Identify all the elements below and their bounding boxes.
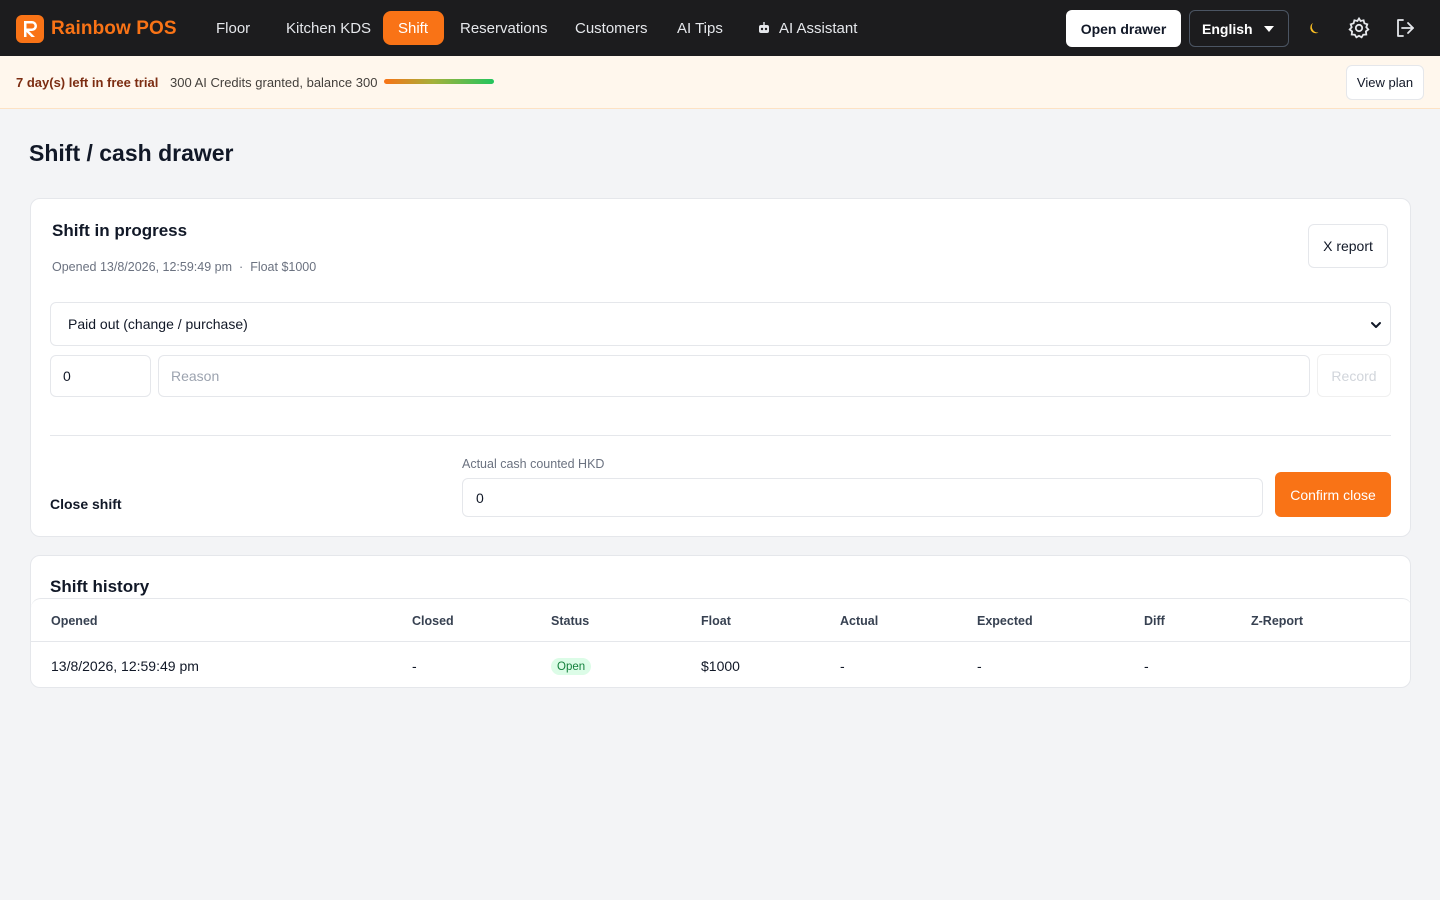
nav-kitchen-kds[interactable]: Kitchen KDS (271, 11, 386, 45)
shift-history-card: Shift history Opened Closed Status Float… (30, 555, 1411, 688)
table-row[interactable]: 13/8/2026, 12:59:49 pm - Open $1000 - - … (31, 642, 1410, 687)
moon-icon[interactable] (1303, 16, 1327, 40)
nav-label: AI Tips (677, 19, 723, 37)
brand[interactable]: Rainbow POS (16, 14, 177, 44)
amount-input[interactable]: 0 (50, 355, 151, 397)
nav-label: Reservations (460, 19, 548, 37)
shift-meta: Opened 13/8/2026, 12:59:49 pm · Float $100… (52, 260, 316, 274)
col-z-report[interactable]: Z-Report (1251, 614, 1303, 628)
cell-opened: 13/8/2026, 12:59:49 pm (51, 658, 199, 674)
rainbow-logo-icon (16, 15, 44, 43)
nav-label: Floor (216, 19, 251, 37)
col-actual[interactable]: Actual (840, 614, 878, 628)
close-shift-label: Close shift (50, 496, 122, 512)
chevron-down-icon (1264, 26, 1274, 32)
table-header: Opened Closed Status Float Actual Expect… (31, 599, 1410, 642)
col-expected[interactable]: Expected (977, 614, 1033, 628)
top-nav: Rainbow POS Floor Kitchen KDS Shift Rese… (0, 0, 1440, 56)
view-plan-button[interactable]: View plan (1346, 65, 1424, 100)
shift-title: Shift in progress (52, 221, 188, 240)
col-opened[interactable]: Opened (51, 614, 98, 628)
nav-ai-tips[interactable]: AI Tips (662, 11, 738, 45)
nav-ai-assistant[interactable]: AI Assistant (742, 11, 872, 45)
col-status[interactable]: Status (551, 614, 589, 628)
nav-label: Customers (575, 19, 648, 37)
cell-actual: - (840, 658, 845, 674)
shift-float: Float $1000 (250, 260, 317, 274)
movement-type-select[interactable]: Paid out (change / purchase) (50, 302, 1391, 346)
history-title: Shift history (50, 577, 150, 596)
amount-value: 0 (63, 368, 71, 384)
chevron-down-icon (1370, 318, 1382, 334)
page-title: Shift / cash drawer (29, 140, 234, 166)
language-value: English (1202, 20, 1253, 37)
credits-progress-fill (384, 79, 494, 84)
x-report-button[interactable]: X report (1308, 224, 1388, 268)
cell-closed: - (412, 658, 417, 674)
nav-label: Shift (398, 19, 429, 37)
robot-icon (757, 21, 771, 35)
logout-icon[interactable] (1393, 16, 1417, 40)
divider (50, 435, 1391, 436)
confirm-close-button[interactable]: Confirm close (1275, 472, 1391, 517)
col-closed[interactable]: Closed (412, 614, 454, 628)
nav-customers[interactable]: Customers (560, 11, 663, 45)
trial-days-left: 7 day(s) left in free trial (16, 75, 159, 90)
col-diff[interactable]: Diff (1144, 614, 1165, 628)
nav-shift[interactable]: Shift (383, 11, 444, 45)
cash-counted-label: Actual cash counted HKD (462, 457, 605, 471)
movement-type-value: Paid out (change / purchase) (68, 316, 248, 332)
shift-card: Shift in progress Opened 13/8/2026, 12:5… (30, 198, 1411, 537)
reason-placeholder: Reason (171, 368, 220, 384)
ai-credits-text: 300 AI Credits granted, balance 300 (170, 75, 378, 90)
nav-label: AI Assistant (779, 19, 858, 37)
open-drawer-button[interactable]: Open drawer (1066, 10, 1181, 47)
cell-expected: - (977, 658, 982, 674)
nav-label: Kitchen KDS (286, 19, 372, 37)
cash-counted-value: 0 (476, 489, 484, 506)
language-select[interactable]: English (1189, 10, 1289, 47)
cell-diff: - (1144, 658, 1149, 674)
credits-progress-bar (384, 79, 494, 84)
reason-input[interactable]: Reason (158, 355, 1310, 397)
history-table: Opened Closed Status Float Actual Expect… (31, 598, 1410, 687)
gear-icon[interactable] (1347, 16, 1371, 40)
nav-floor[interactable]: Floor (201, 11, 265, 45)
meta-separator: · (239, 260, 244, 274)
app-name: Rainbow POS (51, 18, 177, 39)
nav-reservations[interactable]: Reservations (445, 11, 563, 45)
cell-float: $1000 (701, 658, 740, 674)
shift-opened: Opened 13/8/2026, 12:59:49 pm (52, 260, 233, 274)
cash-counted-input[interactable]: 0 (462, 478, 1263, 517)
record-button[interactable]: Record (1317, 354, 1391, 397)
col-float[interactable]: Float (701, 614, 731, 628)
trial-banner: 7 day(s) left in free trial 300 AI Credi… (0, 56, 1440, 109)
status-badge: Open (551, 658, 592, 675)
